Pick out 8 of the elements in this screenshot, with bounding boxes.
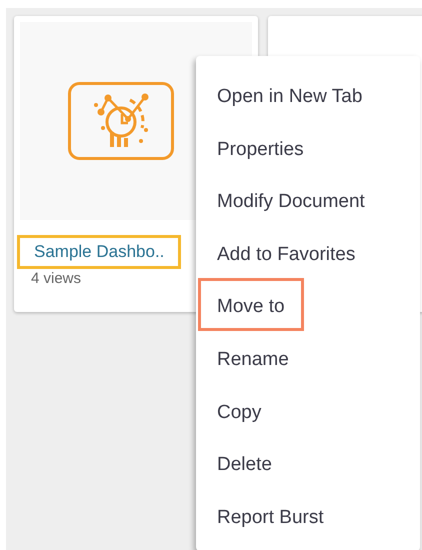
menu-item[interactable]: Rename — [198, 330, 308, 384]
menu-item[interactable]: Copy — [198, 384, 280, 436]
menu-item[interactable]: Report Burst — [198, 488, 343, 542]
dashboard-title[interactable]: Sample Dashbo.. — [17, 235, 182, 269]
view-count: 4 views — [31, 270, 82, 287]
menu-item[interactable]: Move to — [198, 278, 304, 331]
menu-item[interactable]: Delete — [198, 436, 291, 489]
dashboard-chart-icon — [68, 82, 174, 160]
